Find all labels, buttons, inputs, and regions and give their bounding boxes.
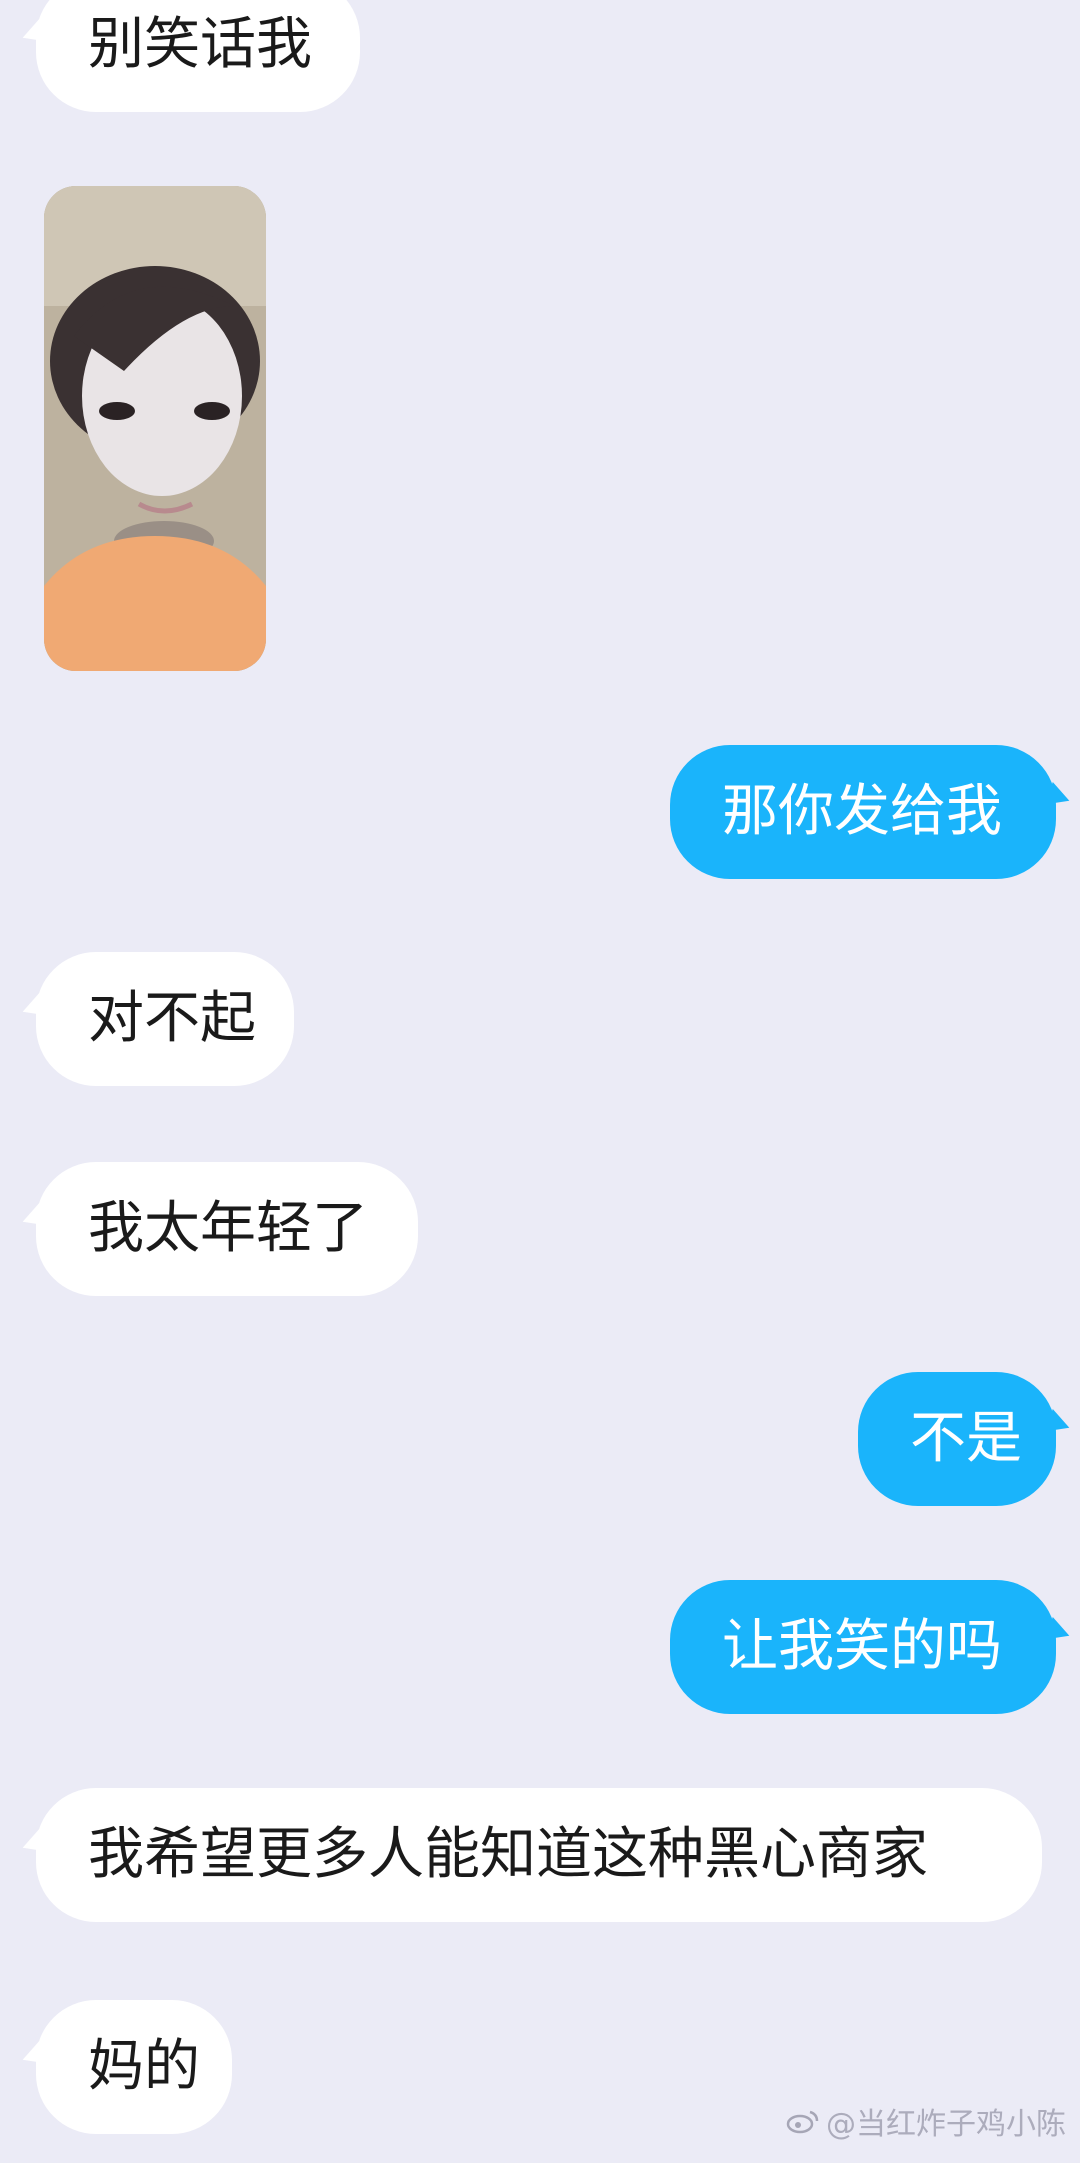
chat-thread[interactable]: 别笑话我 那你发给我 对不起 我太年轻了 不是 让我笑的吗 我希望更多人能知道这… bbox=[0, 0, 1080, 2163]
message-outgoing[interactable]: 那你发给我 bbox=[670, 745, 1056, 879]
message-text: 让我笑的吗 bbox=[722, 1614, 1002, 1679]
weibo-icon bbox=[786, 2110, 819, 2134]
message-incoming[interactable]: 我太年轻了 bbox=[36, 1162, 418, 1296]
message-text: 妈的 bbox=[88, 2034, 200, 2099]
message-text: 那你发给我 bbox=[722, 779, 1002, 844]
message-text: 我希望更多人能知道这种黑心商家 bbox=[88, 1822, 928, 1887]
message-incoming[interactable]: 我希望更多人能知道这种黑心商家 bbox=[36, 1788, 1042, 1922]
message-incoming[interactable]: 妈的 bbox=[36, 2000, 232, 2134]
watermark-text: @当红炸子鸡小陈 bbox=[826, 2107, 1066, 2142]
message-text: 别笑话我 bbox=[88, 12, 312, 77]
image-message[interactable] bbox=[44, 186, 266, 671]
weibo-watermark: @当红炸子鸡小陈 bbox=[786, 2099, 1066, 2143]
message-incoming[interactable]: 别笑话我 bbox=[36, 0, 360, 112]
message-outgoing[interactable]: 让我笑的吗 bbox=[670, 1580, 1056, 1714]
message-text: 对不起 bbox=[88, 986, 256, 1051]
message-text: 我太年轻了 bbox=[88, 1196, 368, 1261]
photo-image bbox=[44, 186, 266, 671]
message-incoming[interactable]: 对不起 bbox=[36, 952, 294, 1086]
message-text: 不是 bbox=[910, 1406, 1022, 1471]
message-outgoing[interactable]: 不是 bbox=[858, 1372, 1056, 1506]
